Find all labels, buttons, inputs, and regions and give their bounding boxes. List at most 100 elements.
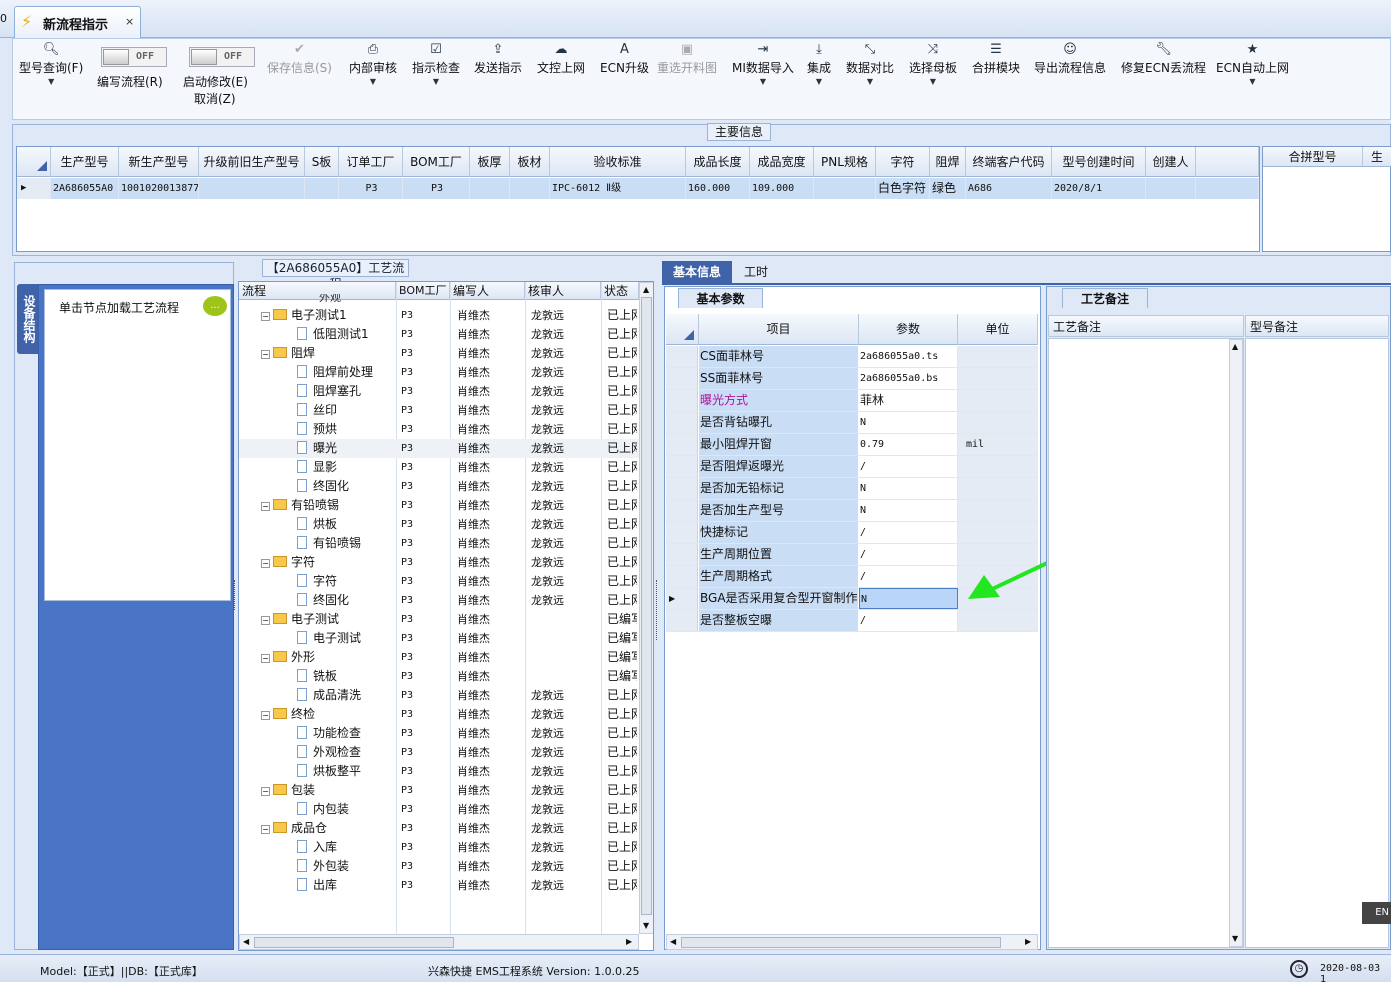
process-node[interactable]: − 阻焊: [261, 344, 395, 363]
process-tree-row[interactable]: 字符 P3 肖维杰 龙敦远 已上网: [239, 572, 639, 591]
process-tree-row[interactable]: 终固化 P3 肖维杰 龙敦远 已上网: [239, 591, 639, 610]
scroll-thumb[interactable]: [641, 297, 652, 915]
main-info-cell[interactable]: A686: [966, 178, 1052, 199]
process-node[interactable]: 外包装: [297, 857, 395, 876]
model-remark-input[interactable]: [1245, 338, 1389, 948]
collapse-icon[interactable]: −: [261, 711, 270, 720]
process-tree-row[interactable]: 成品清洗 P3 肖维杰 龙敦远 已上网: [239, 686, 639, 705]
param-value[interactable]: /: [859, 456, 958, 477]
main-info-cell[interactable]: 2A686055A0: [51, 178, 119, 199]
process-tree-row[interactable]: − 成品仓 P3 肖维杰 龙敦远 已上网: [239, 819, 639, 838]
main-col-header[interactable]: 创建人: [1146, 147, 1196, 177]
main-info-cell[interactable]: [814, 178, 876, 199]
collapse-icon[interactable]: −: [261, 616, 270, 625]
tab-basic-params[interactable]: 基本参数: [678, 288, 763, 308]
splitter-handle[interactable]: [656, 580, 660, 640]
main-col-header[interactable]: 新生产型号: [119, 147, 199, 177]
main-info-cell[interactable]: [470, 178, 510, 199]
ecn-upgrade-button[interactable]: A ECN升级: [600, 41, 649, 76]
tab-device-structure[interactable]: 设备结构: [17, 284, 39, 354]
process-tree-row[interactable]: − 字符 P3 肖维杰 龙敦远 已上网: [239, 553, 639, 572]
process-node[interactable]: 铣板: [297, 667, 395, 686]
main-col-header[interactable]: 阻焊: [930, 147, 966, 177]
scroll-left-icon[interactable]: ◀: [243, 937, 249, 946]
process-tree-row[interactable]: 终固化 P3 肖维杰 龙敦远 已上网: [239, 477, 639, 496]
internal-review-button[interactable]: ⎙ 内部审核 ▼: [349, 41, 397, 88]
process-node[interactable]: 出库: [297, 876, 395, 895]
process-tree-row[interactable]: 出库 P3 肖维杰 龙敦远 已上网: [239, 876, 639, 895]
process-node[interactable]: − 电子测试: [261, 610, 395, 629]
save-button[interactable]: ✔ 保存信息(S): [267, 41, 332, 76]
process-node[interactable]: 入库: [297, 838, 395, 857]
collapse-icon[interactable]: −: [261, 825, 270, 834]
collapse-icon[interactable]: −: [261, 350, 270, 359]
tab-basic-info[interactable]: 基本信息: [662, 261, 732, 283]
param-value[interactable]: 菲林: [859, 390, 958, 411]
process-node[interactable]: 终固化: [297, 591, 395, 610]
collapse-icon[interactable]: −: [261, 787, 270, 796]
param-value[interactable]: N: [859, 500, 958, 521]
main-info-cell[interactable]: IPC-6012 Ⅱ级: [550, 178, 686, 199]
param-value[interactable]: N: [859, 412, 958, 433]
param-value[interactable]: N: [859, 478, 958, 499]
process-node[interactable]: 字符: [297, 572, 395, 591]
process-tree-row[interactable]: 外包装 P3 肖维杰 龙敦远 已上网: [239, 857, 639, 876]
param-value[interactable]: /: [859, 544, 958, 565]
close-icon[interactable]: ×: [125, 15, 134, 28]
export-flow-button[interactable]: ☺ 导出流程信息: [1034, 41, 1106, 76]
param-row[interactable]: CS面菲林号 2a686055a0.ts: [666, 346, 1038, 368]
main-info-cell[interactable]: 10010200138779: [119, 178, 199, 199]
mi-import-button[interactable]: ⇥ MI数据导入 ▼: [732, 41, 794, 88]
query-button[interactable]: 🔍︎ 型号查询(F) ▼: [19, 41, 83, 88]
process-vscrollbar[interactable]: ▲ ▼: [639, 282, 653, 934]
send-button[interactable]: ⇪ 发送指示: [474, 41, 522, 76]
remark-vscrollbar[interactable]: ▲ ▼: [1229, 339, 1243, 947]
process-node[interactable]: − 成品仓: [261, 819, 395, 838]
param-row[interactable]: 是否整板空曝 /: [666, 610, 1038, 632]
main-col-header[interactable]: 终端客户代码: [966, 147, 1052, 177]
process-tree-row[interactable]: 有铅喷锡 P3 肖维杰 龙敦远 已上网: [239, 534, 639, 553]
process-node[interactable]: 成品清洗: [297, 686, 395, 705]
process-tree-row[interactable]: 预烘 P3 肖维杰 龙敦远 已上网: [239, 420, 639, 439]
param-value[interactable]: 0.79: [859, 434, 958, 455]
scroll-thumb[interactable]: [254, 937, 454, 948]
tab-work-hours[interactable]: 工时: [736, 261, 776, 283]
param-row[interactable]: 是否阻焊返曝光 /: [666, 456, 1038, 478]
process-node[interactable]: 低阻测试1: [297, 325, 395, 344]
main-col-header[interactable]: 板材: [510, 147, 550, 177]
main-col-header[interactable]: S板: [305, 147, 339, 177]
param-row[interactable]: SS面菲林号 2a686055a0.bs: [666, 368, 1038, 390]
collapse-icon[interactable]: −: [261, 654, 270, 663]
merge-module-button[interactable]: ☰ 合拼模块: [972, 41, 1020, 76]
ecn-auto-button[interactable]: ★ ECN自动上网 ▼: [1216, 41, 1289, 88]
cancel-button[interactable]: 取消(Z): [194, 90, 236, 107]
param-value[interactable]: 2a686055a0.bs: [859, 368, 958, 389]
process-node[interactable]: − 字符: [261, 553, 395, 572]
param-value[interactable]: /: [859, 566, 958, 587]
process-node[interactable]: 外观检查: [297, 743, 395, 762]
process-tree-row[interactable]: 外观检查 P3 肖维杰 龙敦远 已上网: [239, 743, 639, 762]
process-tree-row[interactable]: − 阻焊 P3 肖维杰 龙敦远 已上网: [239, 344, 639, 363]
process-tree-row[interactable]: − 包装 P3 肖维杰 龙敦远 已上网: [239, 781, 639, 800]
scroll-up-icon[interactable]: ▲: [643, 285, 649, 294]
process-node[interactable]: − 电子测试1: [261, 306, 395, 325]
collapse-icon[interactable]: −: [261, 312, 270, 321]
main-col-header[interactable]: 型号创建时间: [1052, 147, 1146, 177]
tab-process-remarks[interactable]: 工艺备注: [1062, 288, 1148, 308]
scroll-thumb[interactable]: [681, 937, 1001, 948]
process-tree-row[interactable]: − 有铅喷锡 P3 肖维杰 龙敦远 已上网: [239, 496, 639, 515]
process-tree-row[interactable]: 曝光 P3 肖维杰 龙敦远 已上网: [239, 439, 639, 458]
process-tree-row[interactable]: 阻焊塞孔 P3 肖维杰 龙敦远 已上网: [239, 382, 639, 401]
main-col-header[interactable]: 订单工厂: [339, 147, 403, 177]
main-info-cell[interactable]: 160.000: [686, 178, 750, 199]
main-info-cell[interactable]: [1146, 178, 1196, 199]
process-node[interactable]: − 包装: [261, 781, 395, 800]
tab-new-flow-indication[interactable]: ⚡ 新流程指示 ×: [14, 6, 141, 38]
process-node[interactable]: 曝光: [297, 439, 395, 458]
process-tree-row[interactable]: 丝印 P3 肖维杰 龙敦远 已上网: [239, 401, 639, 420]
process-tree-row[interactable]: − 电子测试1 P3 肖维杰 龙敦远 已上网: [239, 306, 639, 325]
doc-upload-button[interactable]: ☁ 文控上网: [537, 41, 585, 76]
main-info-cell[interactable]: [199, 178, 305, 199]
process-node[interactable]: 阻焊塞孔: [297, 382, 395, 401]
process-node[interactable]: − 外形: [261, 648, 395, 667]
